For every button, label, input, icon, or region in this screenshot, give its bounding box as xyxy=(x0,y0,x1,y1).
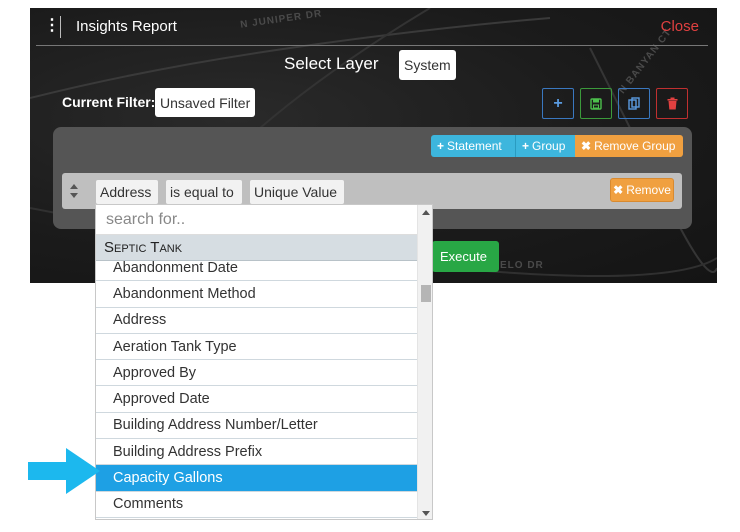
header-divider xyxy=(60,16,61,38)
dropdown-scrollbar[interactable] xyxy=(417,205,433,519)
field-option[interactable]: Aeration Tank Type xyxy=(96,333,417,361)
add-statement-label: Statement xyxy=(447,139,502,153)
close-button[interactable]: Close xyxy=(661,18,699,35)
field-list[interactable]: Abandonment Date Abandonment Method Addres… xyxy=(96,236,417,519)
current-filter-label: Current Filter: xyxy=(62,94,156,110)
copy-filter-button[interactable] xyxy=(618,88,650,119)
kebab-menu-icon[interactable]: ⋮ xyxy=(44,18,60,34)
field-group-header: Septic Tank xyxy=(96,235,417,261)
pointer-arrow-icon xyxy=(28,448,100,494)
street-label: ELO DR xyxy=(500,260,544,271)
field-option[interactable]: Address xyxy=(96,307,417,334)
add-statement-button[interactable]: + Statement xyxy=(431,135,515,157)
close-icon: ✖ xyxy=(613,183,624,197)
save-filter-button[interactable] xyxy=(580,88,612,119)
remove-group-button[interactable]: ✖ Remove Group xyxy=(575,135,683,157)
field-option[interactable]: Approved Date xyxy=(96,386,417,413)
remove-rule-button[interactable]: ✖ Remove xyxy=(610,178,674,202)
save-icon xyxy=(590,97,602,110)
sort-handle-icon[interactable] xyxy=(68,181,80,201)
add-group-button[interactable]: + Group xyxy=(515,135,575,157)
plus-icon: + xyxy=(437,139,445,153)
trash-icon xyxy=(667,97,677,110)
panel-title: Insights Report xyxy=(76,18,177,35)
add-filter-button[interactable]: + xyxy=(542,88,574,119)
remove-group-label: Remove Group xyxy=(594,139,676,153)
scrollbar-thumb[interactable] xyxy=(421,285,431,302)
rule-value-select[interactable]: Unique Value xyxy=(250,180,344,204)
plus-icon: + xyxy=(522,139,530,153)
header-separator xyxy=(36,45,708,46)
layer-select[interactable]: System xyxy=(399,50,456,80)
execute-button[interactable]: Execute xyxy=(432,241,499,272)
add-group-label: Group xyxy=(532,139,566,153)
field-search-input[interactable] xyxy=(96,205,417,235)
current-filter-select[interactable]: Unsaved Filter xyxy=(155,88,256,117)
field-option[interactable]: Building Address Number/Letter xyxy=(96,412,417,440)
delete-filter-button[interactable] xyxy=(656,88,688,119)
select-layer-label: Select Layer xyxy=(284,54,379,73)
field-option[interactable]: Approved By xyxy=(96,360,417,387)
close-icon: ✖ xyxy=(581,139,592,153)
remove-rule-label: Remove xyxy=(626,183,671,197)
field-option[interactable]: Building Address Prefix xyxy=(96,439,417,466)
rule-operator-select[interactable]: is equal to xyxy=(166,180,242,204)
copy-icon xyxy=(627,97,640,110)
plus-icon: + xyxy=(553,94,563,112)
field-option[interactable]: Capacity Gallons xyxy=(96,465,417,492)
rule-field-select[interactable]: Address xyxy=(96,180,158,204)
field-dropdown: Abandonment Date Abandonment Method Addres… xyxy=(95,204,433,520)
field-list-items: Abandonment Date Abandonment Method Addres… xyxy=(96,255,417,519)
scroll-up-arrow-icon[interactable] xyxy=(418,207,433,219)
field-option[interactable]: Created Date xyxy=(96,517,417,519)
panel-header: ⋮ Insights Report Close xyxy=(30,8,717,46)
screen: N JUNIPER DR N BANYAN CT ELO DR ⋮ Insigh… xyxy=(0,0,740,532)
field-option[interactable]: Abandonment Method xyxy=(96,281,417,308)
scroll-down-arrow-icon[interactable] xyxy=(418,507,433,519)
field-option[interactable]: Comments xyxy=(96,491,417,518)
